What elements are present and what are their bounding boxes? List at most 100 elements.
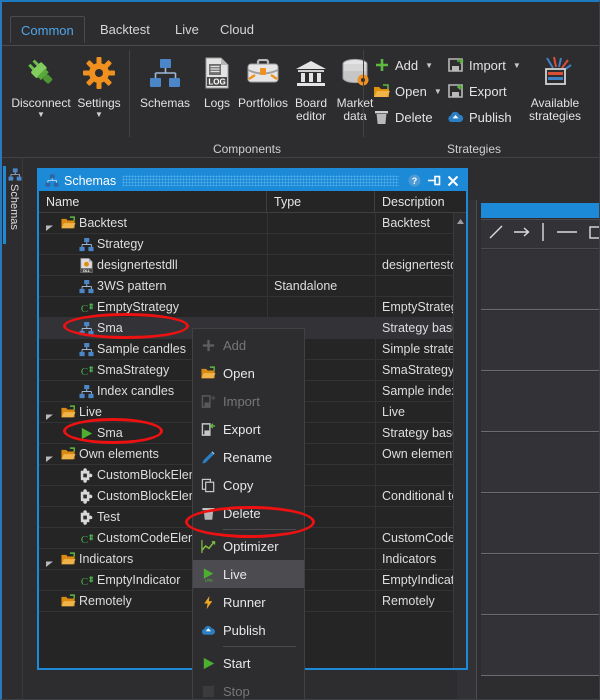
tree-row[interactable]: Strategy xyxy=(39,234,466,255)
dll-icon: DLL xyxy=(79,258,94,273)
line-icon[interactable] xyxy=(488,224,504,245)
strategies-group-title: Strategies xyxy=(446,142,502,156)
schemas-icon xyxy=(79,342,94,357)
menu-item-rename[interactable]: Rename xyxy=(193,443,304,471)
tree-row-description: Live xyxy=(382,405,405,419)
settings-label: Settings xyxy=(77,96,121,110)
ribbon-bottom-divider xyxy=(2,157,599,158)
publish-button[interactable]: Publish xyxy=(444,105,515,129)
tree-row-name: SmaStrategy xyxy=(97,363,170,377)
tree-row-description: SmaStrategy xyxy=(382,363,455,377)
tree-row[interactable]: C EmptyStrategy EmptyStrategy xyxy=(39,297,466,318)
puzzle-icon xyxy=(79,468,94,483)
expander-collapse-icon[interactable] xyxy=(45,219,54,231)
tree-row-name: CustomBlockElem xyxy=(97,468,200,482)
menu-item-start[interactable]: Start xyxy=(193,649,304,677)
export-button[interactable]: Export xyxy=(444,79,510,103)
tree-row-name: Live xyxy=(79,405,102,419)
menu-item-label: Start xyxy=(223,655,251,671)
ribbon-tab-cloud[interactable]: Cloud xyxy=(210,16,264,43)
menu-item-label: Import xyxy=(223,393,260,409)
tree-row-name: Index candles xyxy=(97,384,175,398)
import-icon xyxy=(447,57,464,74)
tree-row-name: Strategy xyxy=(97,237,144,251)
open-button[interactable]: Open ▼ xyxy=(370,79,445,103)
column-header-type[interactable]: Type xyxy=(267,191,375,213)
ribbon-tab-common[interactable]: Common xyxy=(10,16,85,43)
left-dock-rail: Schemas xyxy=(2,158,23,699)
folder-open-icon xyxy=(61,216,76,231)
tree-vertical-scrollbar[interactable] xyxy=(453,213,466,668)
tree-column-headers: Name Type Description xyxy=(39,191,466,213)
ribbon-tab-backtest[interactable]: Backtest xyxy=(90,16,160,43)
available-strategies-icon xyxy=(524,53,586,93)
vertical-bar-icon[interactable] xyxy=(540,222,546,247)
menu-item-label: Rename xyxy=(223,449,273,465)
import-button[interactable]: Import ▼ xyxy=(444,53,524,77)
menu-item-open[interactable]: Open xyxy=(193,359,304,387)
rectangle-icon[interactable] xyxy=(588,224,599,245)
disconnect-label: Disconnect xyxy=(11,96,71,110)
ribbon-group-components: Schemas LOG Logs Portfolios Board editor… xyxy=(130,46,373,159)
tree-row-name: Sma xyxy=(97,426,123,440)
menu-item-live[interactable]: LIVE Live xyxy=(193,560,304,588)
horizontal-line-icon[interactable] xyxy=(555,224,579,245)
disconnect-button[interactable]: Disconnect ▼ xyxy=(10,50,72,136)
export-label: Export xyxy=(469,83,507,99)
folder-open-icon xyxy=(61,447,76,462)
settings-caret[interactable]: ▼ xyxy=(68,110,130,120)
disconnect-caret[interactable]: ▼ xyxy=(10,110,72,120)
ribbon-tab-live[interactable]: Live xyxy=(165,16,209,43)
components-group-title: Components xyxy=(212,142,282,156)
tree-row-description: Own elements xyxy=(382,447,462,461)
tree-row-description: Indicators xyxy=(382,552,437,566)
available-strategies-button[interactable]: Available strategies xyxy=(524,50,586,136)
cloud-upload-icon xyxy=(193,616,223,644)
close-button[interactable] xyxy=(443,171,462,190)
expander-collapse-icon[interactable] xyxy=(45,408,54,420)
folder-open-icon xyxy=(61,405,76,420)
column-header-description[interactable]: Description xyxy=(375,191,466,213)
add-button[interactable]: Add ▼ xyxy=(370,53,436,77)
column-header-name[interactable]: Name xyxy=(39,191,267,213)
context-menu: Add Open Import Export Rename Copy Delet… xyxy=(192,328,305,699)
puzzle-icon xyxy=(79,510,94,525)
menu-item-publish[interactable]: Publish xyxy=(193,616,304,644)
menu-item-copy[interactable]: Copy xyxy=(193,471,304,499)
available-strategies-label: Available strategies xyxy=(528,96,582,123)
sidebar-item-schemas[interactable]: Schemas xyxy=(3,166,22,244)
scroll-up-arrow[interactable] xyxy=(454,215,467,228)
svg-text:LOG: LOG xyxy=(208,77,225,86)
tree-row[interactable]: 3WS pattern Standalone xyxy=(39,276,466,297)
ribbon-body: Disconnect ▼ Settings ▼ Schemas LOG Logs… xyxy=(2,45,599,159)
background-panel-titlebar xyxy=(481,203,599,218)
settings-button[interactable]: Settings ▼ xyxy=(68,50,130,136)
menu-item-optimizer[interactable]: Optimizer xyxy=(193,532,304,560)
import-caret[interactable]: ▼ xyxy=(513,61,521,70)
menu-item-runner[interactable]: Runner xyxy=(193,588,304,616)
folder-open-icon xyxy=(61,552,76,567)
titlebar-drag-handle[interactable] xyxy=(122,175,399,186)
expander-collapse-icon[interactable] xyxy=(45,555,54,567)
schemas-icon xyxy=(79,237,94,252)
menu-item-label: Publish xyxy=(223,622,266,638)
tree-row[interactable]: DLL designertestdll designertestdll xyxy=(39,255,466,276)
delete-button[interactable]: Delete xyxy=(370,105,436,129)
open-caret[interactable]: ▼ xyxy=(434,87,442,96)
optimizer-icon xyxy=(193,532,223,560)
arrow-right-icon[interactable] xyxy=(513,224,531,245)
tree-row[interactable]: Backtest Backtest xyxy=(39,213,466,234)
help-button[interactable]: ? xyxy=(405,171,424,190)
tree-row-name: designertestdll xyxy=(97,258,178,272)
play-green-icon xyxy=(79,426,94,441)
menu-item-export[interactable]: Export xyxy=(193,415,304,443)
expander-collapse-icon[interactable] xyxy=(45,450,54,462)
schemas-titlebar[interactable]: Schemas ? xyxy=(39,170,466,191)
menu-item-stop: Stop xyxy=(193,677,304,699)
background-panel-section xyxy=(481,555,599,615)
menu-item-delete[interactable]: Delete xyxy=(193,499,304,527)
tree-row-description: designertestdll xyxy=(382,258,463,272)
pin-button[interactable] xyxy=(424,171,443,190)
add-caret[interactable]: ▼ xyxy=(425,61,433,70)
svg-text:C: C xyxy=(81,534,88,546)
